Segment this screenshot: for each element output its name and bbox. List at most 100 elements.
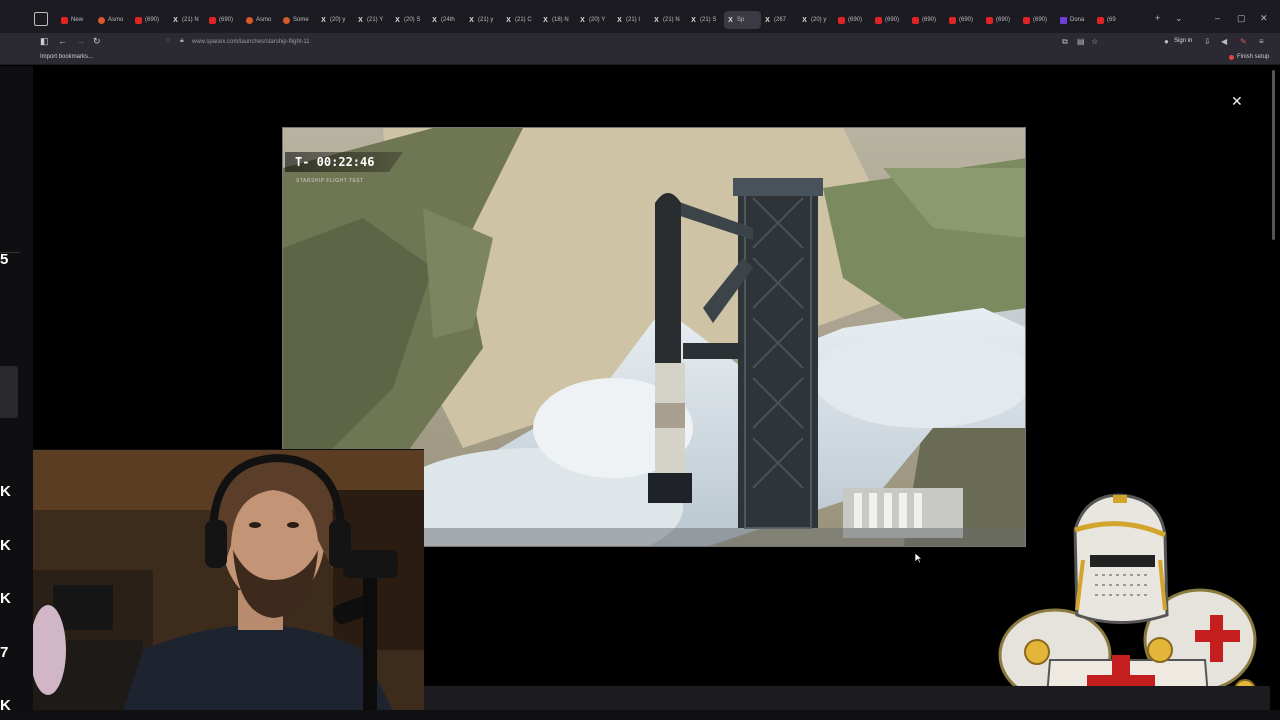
browser-tab[interactable]: X (21) S	[687, 11, 724, 29]
twitch-icon	[1060, 16, 1067, 24]
left-panel-block	[0, 366, 18, 418]
browser-tab[interactable]: X (20) S	[391, 11, 428, 29]
browser-tab[interactable]: X (24th	[428, 11, 465, 29]
browser-tab[interactable]: X Sp	[724, 11, 761, 29]
extension-icon[interactable]: ✎	[1240, 37, 1247, 46]
browser-tab[interactable]: (690)	[872, 11, 909, 29]
x-logo-icon: X	[395, 16, 400, 24]
browser-tab[interactable]: (690)	[835, 11, 872, 29]
browser-tab[interactable]: X (20) y	[798, 11, 835, 29]
browser-tab[interactable]: New	[58, 11, 95, 29]
browser-tab[interactable]: Some	[280, 11, 317, 29]
browser-tab[interactable]: Asmo	[243, 11, 280, 29]
x-logo-icon: X	[802, 16, 807, 24]
browser-tab[interactable]: X (21) N	[169, 11, 206, 29]
taskbar	[0, 710, 1280, 720]
minimize-icon[interactable]: –	[1215, 14, 1220, 23]
tab-strip: New Asmo (690) X (21) N (690) Asmo Some X (20) yX…	[0, 0, 1280, 33]
bookmark-star-icon[interactable]: ☆	[1091, 37, 1098, 46]
tab-list-chevron-icon[interactable]: ⌄	[1175, 14, 1183, 23]
browser-tab[interactable]: Asmo	[95, 11, 132, 29]
browser-tab[interactable]: X (20) y	[317, 11, 354, 29]
tab-label: (21) N	[663, 17, 680, 23]
site-icon	[98, 16, 105, 24]
tab-label: Asmo	[108, 17, 124, 23]
youtube-icon	[209, 16, 216, 24]
x-logo-icon: X	[543, 16, 548, 24]
sign-in-button[interactable]: Sign in	[1174, 38, 1192, 44]
reader-view-icon[interactable]: ▤	[1077, 37, 1085, 46]
window-close-icon[interactable]: ✕	[1260, 14, 1268, 23]
downloads-icon[interactable]: ⇩	[1204, 37, 1211, 46]
picture-in-picture-icon[interactable]: ⧉	[1062, 37, 1068, 47]
browser-tab[interactable]: (690)	[909, 11, 946, 29]
browser-tab[interactable]: X (20) Y	[576, 11, 613, 29]
tab-label: (20) Y	[589, 17, 606, 23]
browser-tab[interactable]: (690)	[1020, 11, 1057, 29]
browser-tab[interactable]: X (21) Y	[354, 11, 391, 29]
url-text[interactable]: www.spacex.com/launches/starship-flight-…	[192, 39, 310, 45]
screen: New Asmo (690) X (21) N (690) Asmo Some X (20) yX…	[0, 0, 1280, 720]
x-logo-icon: X	[654, 16, 659, 24]
forward-icon[interactable]: →	[76, 36, 85, 47]
tab-label: (21) C	[515, 17, 532, 23]
tab-label: (690)	[1033, 17, 1048, 23]
youtube-icon	[949, 16, 956, 24]
tab-label: (690)	[848, 17, 863, 23]
tab-label: Some	[293, 17, 309, 23]
browser-tab[interactable]: (690)	[983, 11, 1020, 29]
back-icon[interactable]: ←	[58, 36, 67, 47]
tab-label: (21) I	[626, 17, 641, 23]
browser-tab[interactable]: X (21) C	[502, 11, 539, 29]
x-logo-icon: X	[580, 16, 585, 24]
x-logo-icon: X	[173, 16, 178, 24]
tab-label: (21) S	[700, 17, 717, 23]
tab-label: (24th	[441, 17, 455, 23]
tab-overview-icon[interactable]	[34, 12, 48, 26]
sidebar-toggle-icon[interactable]: ◧	[40, 36, 49, 47]
browser-tab[interactable]: X (18) N	[539, 11, 576, 29]
new-tab-icon[interactable]: +	[1155, 14, 1160, 23]
x-logo-icon: X	[358, 16, 363, 24]
browser-tab[interactable]: (69	[1094, 11, 1131, 29]
site-icon	[246, 16, 253, 24]
youtube-icon	[135, 16, 142, 24]
app-menu-icon[interactable]: ≡	[1259, 37, 1264, 46]
tab-label: (267	[774, 17, 787, 23]
browser-tab[interactable]: (690)	[946, 11, 983, 29]
tracking-shield-icon[interactable]: ◌	[166, 37, 170, 44]
left-overlay-text: 5	[0, 251, 9, 268]
x-logo-icon: X	[469, 16, 474, 24]
browser-tab[interactable]: Dona	[1057, 11, 1094, 29]
browser-tab[interactable]: (690)	[132, 11, 169, 29]
import-bookmarks-link[interactable]: Import bookmarks...	[40, 54, 93, 60]
lock-icon[interactable]: 🔒︎	[180, 37, 184, 45]
finish-setup-icon	[1229, 55, 1234, 60]
tab-label: (21) Y	[367, 17, 384, 23]
tab-label: (20) y	[811, 17, 827, 23]
tab-label: (690)	[996, 17, 1011, 23]
close-video-icon[interactable]: ✕	[1231, 94, 1243, 108]
youtube-icon	[1023, 16, 1030, 24]
x-logo-icon: X	[506, 16, 511, 24]
page-bottom-bar	[424, 686, 1270, 710]
reload-icon[interactable]: ↻	[93, 36, 101, 47]
maximize-icon[interactable]: ▢	[1237, 14, 1246, 23]
scrollbar-thumb[interactable]	[1272, 70, 1275, 240]
tab-label: (690)	[922, 17, 937, 23]
finish-setup-link[interactable]: Finish setup	[1237, 54, 1269, 60]
browser-tab[interactable]: X (21) N	[650, 11, 687, 29]
left-overlay-text: K	[0, 537, 11, 554]
youtube-icon	[986, 16, 993, 24]
account-icon[interactable]: ●	[1164, 37, 1169, 46]
audio-icon[interactable]: ◀	[1221, 37, 1227, 46]
browser-tab[interactable]: X (21) I	[613, 11, 650, 29]
navigation-bar: ◧ ← → ↻ ◌ 🔒︎ www.spacex.com/launches/sta…	[0, 33, 1280, 51]
tab-label: (21) N	[182, 17, 199, 23]
browser-tab[interactable]: (690)	[206, 11, 243, 29]
browser-tab[interactable]: X (21) y	[465, 11, 502, 29]
browser-tab[interactable]: X (267	[761, 11, 798, 29]
countdown-subtitle: STARSHIP FLIGHT TEST	[296, 178, 364, 184]
tab-label: New	[71, 17, 84, 23]
youtube-icon	[61, 16, 68, 24]
